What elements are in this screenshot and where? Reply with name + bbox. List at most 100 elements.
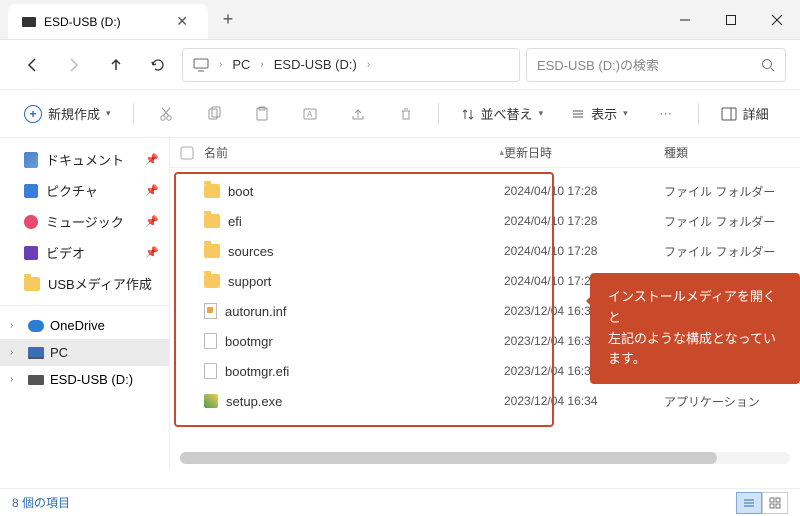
file-row[interactable]: boot 2024/04/10 17:28 ファイル フォルダー (180, 176, 790, 206)
breadcrumb-drive[interactable]: ESD-USB (D:) (274, 57, 357, 72)
tree-item[interactable]: ›PC (0, 339, 169, 366)
file-date: 2024/04/10 17:28 (504, 214, 664, 228)
file-type: ファイル フォルダー (664, 183, 790, 200)
details-view-button[interactable] (736, 492, 762, 514)
divider (438, 103, 439, 125)
cloud-icon (28, 320, 44, 332)
scrollbar-thumb[interactable] (180, 452, 717, 464)
delete-button[interactable] (386, 97, 426, 131)
chevron-down-icon: ▾ (539, 108, 544, 119)
video-icon (24, 246, 38, 260)
svg-text:A: A (307, 110, 313, 119)
chevron-right-icon[interactable]: › (10, 347, 22, 358)
cut-button[interactable] (146, 97, 186, 131)
pic-icon (24, 184, 38, 198)
folder-icon (24, 277, 40, 291)
details-icon (721, 107, 737, 121)
main: ドキュメント📌ピクチャ📌ミュージック📌ビデオ📌USBメディア作成 ›OneDri… (0, 138, 800, 468)
view-toggles (736, 492, 788, 514)
tab-active[interactable]: ESD-USB (D:) ✕ (8, 4, 208, 39)
sidebar-item[interactable]: ビデオ 📌 (0, 237, 169, 268)
details-pane-button[interactable]: 詳細 (711, 97, 779, 131)
file-type: ファイル フォルダー (664, 213, 790, 230)
tree-item[interactable]: › OneDrive (0, 312, 169, 339)
toolbar: + 新規作成 ▾ A 並べ替え ▾ 表示 ▾ ⋯ 詳細 (0, 90, 800, 138)
folder-icon (204, 274, 220, 288)
divider (0, 305, 169, 306)
sidebar-item[interactable]: ドキュメント📌 (0, 144, 169, 175)
folder-icon (204, 244, 220, 258)
chevron-right-icon: › (260, 59, 263, 70)
file-name: bootmgr.efi (225, 364, 289, 379)
file-name: sources (228, 244, 274, 259)
column-header: 名前▴ 更新日時 種類 (170, 138, 800, 168)
share-button[interactable] (338, 97, 378, 131)
pin-icon: 📌 (145, 153, 159, 166)
plus-icon: + (24, 105, 42, 123)
chevron-right-icon[interactable]: › (10, 374, 22, 385)
file-list: boot 2024/04/10 17:28 ファイル フォルダー efi 202… (170, 168, 800, 452)
sidebar: ドキュメント📌ピクチャ📌ミュージック📌ビデオ📌USBメディア作成 ›OneDri… (0, 138, 170, 468)
file-name: support (228, 274, 271, 289)
sidebar-item-label: ピクチャ (46, 181, 98, 200)
paste-button[interactable] (242, 97, 282, 131)
file-row[interactable]: setup.exe 2023/12/04 16:34 アプリケーション (180, 386, 790, 416)
window-controls (662, 0, 800, 39)
maximize-button[interactable] (708, 0, 754, 39)
file-icon (204, 333, 217, 349)
annotation-callout: インストールメディアを開くと 左記のような構成となっています。 (590, 273, 800, 384)
sort-button[interactable]: 並べ替え ▾ (451, 97, 554, 131)
sidebar-item[interactable]: USBメディア作成 (0, 268, 169, 299)
file-name: boot (228, 184, 253, 199)
callout-line1: インストールメディアを開くと (608, 287, 782, 329)
icons-view-button[interactable] (762, 492, 788, 514)
pin-icon: 📌 (145, 246, 159, 259)
search-input[interactable]: ESD-USB (D:)の検索 (526, 48, 786, 82)
search-icon (761, 58, 775, 72)
column-date[interactable]: 更新日時 (504, 144, 664, 161)
view-button[interactable]: 表示 ▾ (561, 97, 638, 131)
file-icon (204, 363, 217, 379)
tab-close[interactable]: ✕ (170, 11, 194, 32)
tab-title: ESD-USB (D:) (44, 15, 121, 29)
file-row[interactable]: efi 2024/04/10 17:28 ファイル フォルダー (180, 206, 790, 236)
forward-button[interactable] (56, 47, 92, 83)
new-tab-button[interactable]: + (208, 0, 248, 39)
divider (133, 103, 134, 125)
column-name[interactable]: 名前▴ (204, 144, 504, 161)
chevron-right-icon[interactable]: › (10, 320, 22, 331)
back-button[interactable] (14, 47, 50, 83)
pc-icon (28, 347, 44, 359)
breadcrumb[interactable]: › PC › ESD-USB (D:) › (182, 48, 520, 82)
view-label: 表示 (591, 104, 617, 123)
rename-button[interactable]: A (290, 97, 330, 131)
close-button[interactable] (754, 0, 800, 39)
sidebar-item-label: ミュージック (46, 212, 124, 231)
file-row[interactable]: sources 2024/04/10 17:28 ファイル フォルダー (180, 236, 790, 266)
sidebar-item-label: USBメディア作成 (48, 274, 152, 293)
tree-item[interactable]: › ESD-USB (D:) (0, 366, 169, 393)
view-icon (571, 107, 585, 121)
new-label: 新規作成 (48, 104, 100, 123)
new-button[interactable]: + 新規作成 ▾ (14, 97, 121, 131)
monitor-icon (193, 58, 209, 72)
folder-icon (204, 184, 220, 198)
sidebar-item[interactable]: ピクチャ📌 (0, 175, 169, 206)
sidebar-item[interactable]: ミュージック 📌 (0, 206, 169, 237)
refresh-button[interactable] (140, 47, 176, 83)
up-button[interactable] (98, 47, 134, 83)
pin-icon: 📌 (145, 215, 159, 228)
chevron-right-icon: › (219, 59, 222, 70)
checkbox-icon[interactable] (180, 146, 194, 160)
sort-icon (461, 107, 475, 121)
column-type[interactable]: 種類 (664, 144, 790, 161)
sidebar-item-label: ビデオ (46, 243, 85, 262)
tree-item-label: ESD-USB (D:) (50, 372, 133, 387)
copy-button[interactable] (194, 97, 234, 131)
horizontal-scrollbar[interactable] (180, 452, 790, 464)
tree-item-label: OneDrive (50, 318, 105, 333)
drive-icon (22, 17, 36, 27)
minimize-button[interactable] (662, 0, 708, 39)
more-button[interactable]: ⋯ (646, 97, 686, 131)
breadcrumb-pc[interactable]: PC (232, 57, 250, 72)
